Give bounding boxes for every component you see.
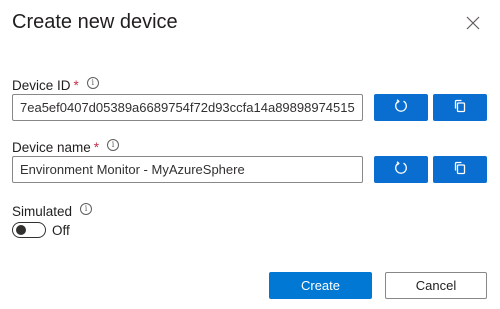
device-name-input[interactable] (12, 156, 363, 183)
create-device-dialog: Create new device Device ID * i Device n… (0, 0, 500, 309)
info-icon[interactable]: i (107, 138, 120, 151)
toggle-knob (16, 225, 26, 235)
info-icon[interactable]: i (86, 76, 99, 89)
simulated-label: Simulated (12, 204, 73, 219)
regenerate-device-name-button[interactable] (374, 156, 428, 183)
device-id-label: Device ID (12, 78, 71, 93)
simulated-toggle[interactable] (12, 222, 46, 238)
required-mark: * (93, 140, 100, 155)
simulated-state-text: Off (52, 223, 70, 238)
refresh-icon (394, 161, 408, 178)
required-mark: * (73, 78, 79, 93)
close-icon[interactable] (466, 16, 480, 30)
copy-device-name-button[interactable] (433, 156, 487, 183)
simulated-label-row: Simulated i (12, 202, 93, 219)
dialog-title: Create new device (12, 11, 178, 33)
copy-device-id-button[interactable] (433, 94, 487, 121)
device-name-label-row: Device name * i (12, 138, 120, 155)
copy-icon (453, 99, 467, 116)
refresh-icon (394, 99, 408, 116)
regenerate-device-id-button[interactable] (374, 94, 428, 121)
cancel-button[interactable]: Cancel (385, 272, 487, 299)
create-button[interactable]: Create (269, 272, 372, 299)
device-id-input[interactable] (12, 94, 363, 121)
info-icon[interactable]: i (80, 202, 93, 215)
copy-icon (453, 161, 467, 178)
device-name-label: Device name (12, 140, 91, 155)
device-id-label-row: Device ID * i (12, 76, 99, 93)
